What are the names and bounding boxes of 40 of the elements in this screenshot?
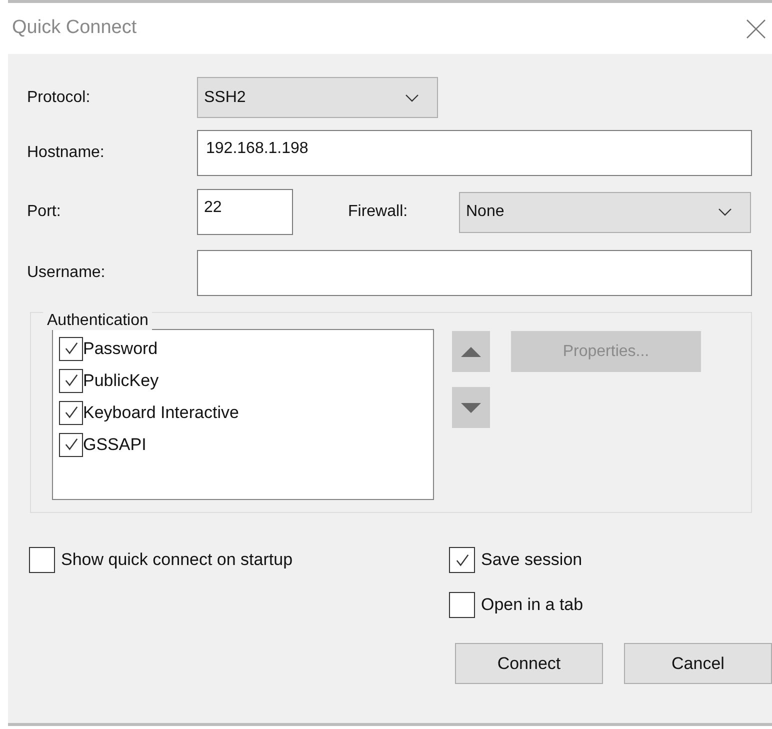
field-label: Port: bbox=[27, 202, 62, 222]
checkbox[interactable] bbox=[59, 368, 83, 392]
check-icon bbox=[64, 437, 78, 452]
check-icon bbox=[64, 341, 78, 356]
checkbox[interactable] bbox=[449, 547, 475, 573]
cancel-button[interactable]: Cancel bbox=[624, 643, 772, 684]
method-label[interactable]: GSSAPI bbox=[83, 432, 146, 458]
group-title: Authentication bbox=[43, 312, 152, 330]
connect-button[interactable]: Connect bbox=[455, 643, 603, 684]
field-label: Hostname: bbox=[27, 143, 106, 163]
field-label: Firewall: bbox=[348, 202, 409, 222]
field-label: Username: bbox=[27, 263, 106, 283]
move-up-button[interactable] bbox=[452, 331, 490, 372]
move-down-button[interactable] bbox=[452, 387, 490, 428]
method-label[interactable]: Keyboard Interactive bbox=[83, 400, 239, 426]
username-field[interactable] bbox=[197, 250, 752, 296]
triangle-down-icon bbox=[461, 402, 481, 412]
checkbox[interactable] bbox=[449, 592, 475, 618]
option-label[interactable]: Save session bbox=[481, 547, 582, 573]
triangle-up-icon bbox=[461, 346, 481, 356]
method-label[interactable]: PublicKey bbox=[83, 368, 159, 394]
check-icon bbox=[64, 373, 78, 388]
check-icon bbox=[64, 405, 78, 420]
method-label[interactable]: Password bbox=[83, 336, 158, 362]
option-label[interactable]: Open in a tab bbox=[481, 592, 584, 618]
hostname-field[interactable]: 192.168.1.198 bbox=[197, 130, 752, 176]
chevron-down-icon bbox=[405, 94, 419, 102]
field-label: Protocol: bbox=[27, 88, 92, 108]
protocol-dropdown[interactable]: SSH2 bbox=[197, 77, 438, 118]
checkbox[interactable] bbox=[29, 547, 55, 573]
port-field[interactable]: 22 bbox=[197, 189, 293, 235]
chevron-down-icon bbox=[718, 208, 732, 216]
checkbox[interactable] bbox=[59, 400, 83, 424]
firewall-dropdown[interactable]: None bbox=[459, 192, 751, 232]
check-icon bbox=[454, 552, 470, 568]
window-title: Quick Connect bbox=[12, 16, 137, 40]
option-label[interactable]: Show quick connect on startup bbox=[61, 547, 293, 573]
checkbox[interactable] bbox=[59, 432, 83, 456]
close-icon[interactable] bbox=[746, 18, 766, 38]
checkbox[interactable] bbox=[59, 336, 83, 360]
